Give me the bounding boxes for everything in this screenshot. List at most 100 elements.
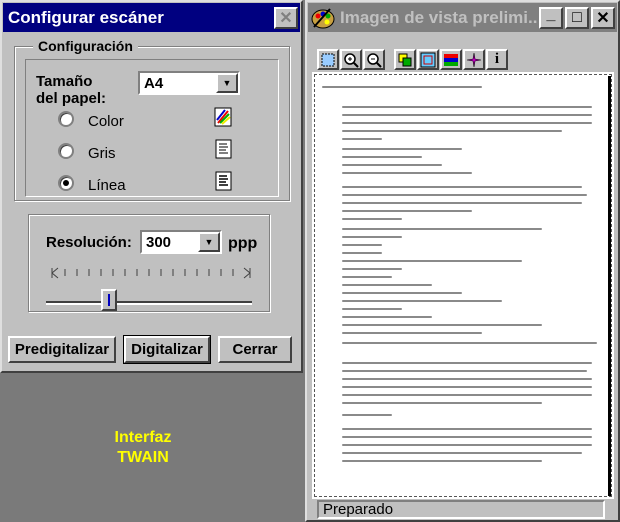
- preview-image[interactable]: [312, 72, 614, 499]
- scan-button[interactable]: Digitalizar: [123, 335, 211, 364]
- close-dialog-button[interactable]: Cerrar: [218, 336, 292, 363]
- scanner-config-dialog: Configurar escáner ✕ Configuración Tamañ…: [0, 0, 303, 373]
- slider-ticks: [51, 267, 251, 279]
- radio-color-label: Color: [88, 113, 124, 130]
- minimize-button[interactable]: _: [539, 5, 563, 29]
- dialog-title: Configurar escáner: [8, 7, 164, 27]
- text-line: [342, 316, 432, 318]
- zoom-out-button[interactable]: [363, 49, 385, 70]
- chevron-down-icon[interactable]: ▼: [198, 232, 220, 252]
- status-bar: Preparado: [317, 500, 605, 519]
- info-button[interactable]: i: [486, 49, 508, 70]
- status-text: Preparado: [323, 501, 394, 518]
- text-line: [342, 300, 502, 302]
- text-line: [342, 370, 587, 372]
- text-line: [342, 228, 542, 230]
- palette-icon: [444, 53, 458, 66]
- text-line: [342, 332, 482, 334]
- close-icon: ✕: [596, 9, 610, 27]
- text-line: [342, 452, 582, 454]
- paint-palette-icon: [311, 7, 335, 28]
- text-line: [342, 148, 462, 150]
- text-line: [342, 378, 592, 380]
- radio-gray[interactable]: [58, 143, 74, 159]
- text-line: [342, 436, 592, 438]
- preview-window: Imagen de vista prelimi... _ □ ✕ i Prepa…: [305, 0, 620, 522]
- resolution-slider[interactable]: [46, 262, 256, 311]
- zoom-out-icon: [367, 52, 382, 68]
- text-line: [342, 244, 382, 246]
- text-line: [342, 122, 592, 124]
- radio-line[interactable]: [58, 175, 74, 191]
- twain-label-line2: TWAIN: [117, 449, 169, 466]
- radio-color[interactable]: [58, 111, 74, 127]
- crop-button[interactable]: [417, 49, 439, 70]
- preview-title: Imagen de vista prelimi...: [340, 7, 537, 27]
- text-line: [342, 236, 402, 238]
- text-line: [342, 428, 592, 430]
- preview-title-bar[interactable]: Imagen de vista prelimi... _ □ ✕: [308, 3, 617, 32]
- text-line: [342, 106, 592, 108]
- text-line: [342, 414, 392, 416]
- text-line: [342, 460, 542, 462]
- configuration-group-title: Configuración: [33, 38, 138, 54]
- maximize-button[interactable]: □: [565, 6, 589, 29]
- sharpen-button[interactable]: [463, 49, 485, 70]
- radio-line-label: Línea: [88, 177, 126, 194]
- text-line: [342, 342, 597, 344]
- text-line: [342, 394, 592, 396]
- text-line: [342, 210, 472, 212]
- text-line: [342, 218, 402, 220]
- info-icon: i: [494, 51, 500, 67]
- text-line: [342, 156, 422, 158]
- twain-interface-label: Interfaz TWAIN: [100, 428, 186, 468]
- adjust-colors-button[interactable]: [394, 49, 416, 70]
- adjust-colors-icon: [398, 53, 412, 66]
- close-button[interactable]: ✕: [274, 6, 298, 29]
- sharpen-icon: [466, 52, 482, 67]
- close-button[interactable]: ✕: [591, 6, 615, 29]
- text-line: [342, 260, 522, 262]
- text-line: [342, 130, 562, 132]
- paper-size-label-line2: del papel:: [36, 90, 107, 107]
- palette-button[interactable]: [440, 49, 462, 70]
- select-area-icon: [321, 53, 335, 66]
- text-line: [342, 172, 472, 174]
- text-line: [342, 202, 582, 204]
- color-palette-icon: [214, 107, 232, 127]
- chevron-down-icon[interactable]: ▼: [216, 73, 238, 93]
- radio-gray-label: Gris: [88, 145, 116, 162]
- text-line: [342, 186, 582, 188]
- maximize-icon: □: [572, 8, 582, 26]
- select-area-button[interactable]: [317, 49, 339, 70]
- gray-document-icon: [215, 139, 232, 159]
- close-icon: ✕: [279, 9, 293, 27]
- text-line: [342, 164, 442, 166]
- configuration-group: Configuración: [14, 38, 290, 201]
- text-line: [342, 114, 592, 116]
- paper-size-label-line1: Tamaño: [36, 73, 93, 90]
- zoom-in-button[interactable]: [340, 49, 362, 70]
- page-edge: [608, 76, 611, 496]
- slider-thumb[interactable]: [101, 289, 117, 311]
- text-line: [342, 268, 402, 270]
- minimize-icon: _: [546, 5, 556, 23]
- text-line: [342, 252, 382, 254]
- dialog-title-bar[interactable]: Configurar escáner ✕: [3, 3, 300, 32]
- zoom-in-icon: [344, 52, 359, 68]
- resolution-select[interactable]: 300 ▼: [140, 230, 222, 254]
- prescan-button[interactable]: Predigitalizar: [8, 336, 116, 363]
- crop-icon: [420, 52, 436, 67]
- slider-track[interactable]: [46, 301, 252, 305]
- text-line: [342, 276, 392, 278]
- twain-label-line1: Interfaz: [114, 429, 172, 446]
- text-line: [342, 308, 402, 310]
- text-line: [342, 444, 592, 446]
- text-line: [342, 402, 542, 404]
- text-line: [342, 194, 587, 196]
- resolution-value: 300: [146, 233, 172, 251]
- text-line: [342, 138, 382, 140]
- paper-size-select[interactable]: A4 ▼: [138, 71, 240, 95]
- resolution-unit: ppp: [228, 235, 258, 252]
- text-line: [342, 284, 432, 286]
